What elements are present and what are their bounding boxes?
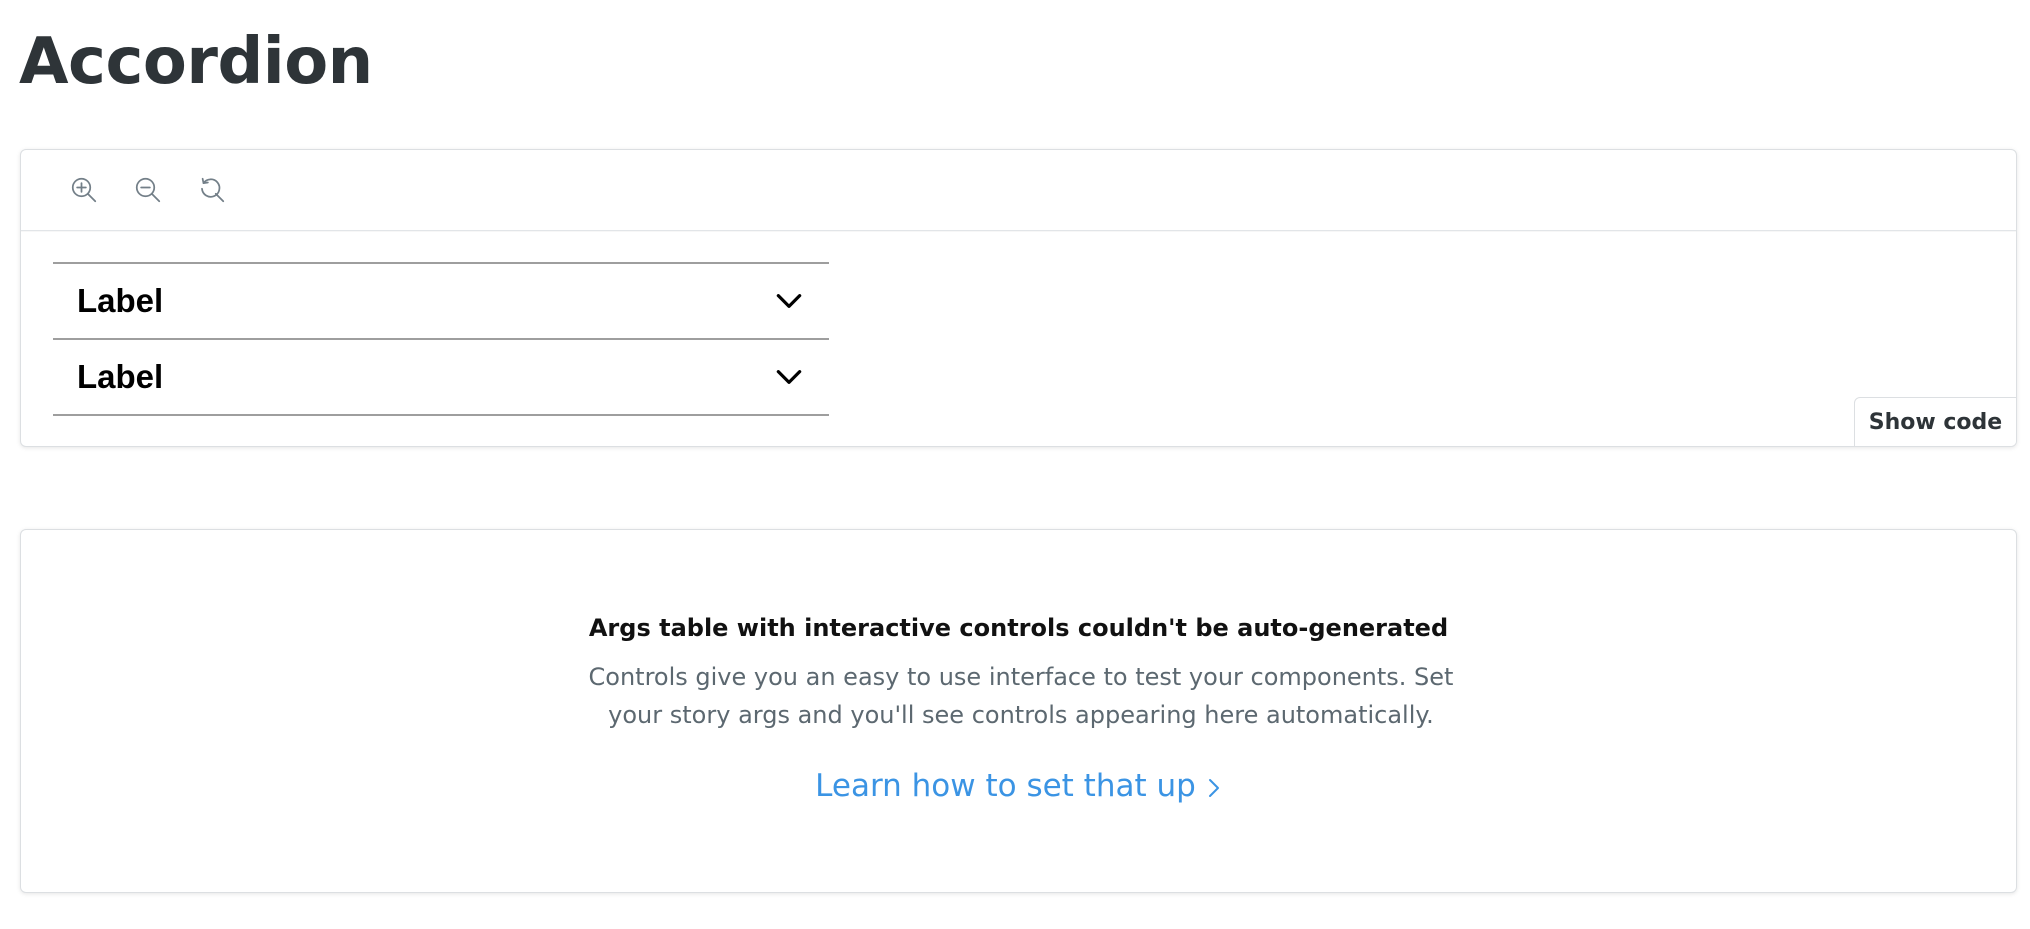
chevron-right-icon: [1206, 776, 1222, 800]
accordion-item[interactable]: Label: [53, 338, 829, 416]
learn-setup-link[interactable]: Learn how to set that up: [21, 768, 2016, 804]
accordion: Label Label: [53, 262, 829, 416]
args-table-description: Controls give you an easy to use interfa…: [588, 663, 1454, 729]
preview-toolbar: [21, 150, 2016, 231]
accordion-item[interactable]: Label: [53, 262, 829, 338]
reset-zoom-icon: [201, 177, 225, 203]
zoom-in-icon: [71, 177, 97, 203]
accordion-item-label: Label: [77, 282, 164, 319]
learn-setup-link-label: Learn how to set that up: [815, 768, 1196, 804]
zoom-out-button[interactable]: [128, 170, 168, 210]
story-preview: Label Label Show code: [20, 149, 2017, 447]
args-table-title: Args table with interactive controls cou…: [588, 614, 1449, 642]
show-code-button[interactable]: Show code: [1854, 397, 2016, 446]
chevron-down-icon: [773, 361, 805, 393]
reset-zoom-button[interactable]: [192, 170, 232, 210]
accordion-item-label: Label: [77, 358, 164, 395]
page-title: Accordion: [19, 25, 373, 99]
chevron-down-icon: [773, 285, 805, 317]
args-table-empty-state: Args table with interactive controls cou…: [20, 529, 2017, 893]
zoom-in-button[interactable]: [64, 170, 104, 210]
zoom-out-icon: [135, 177, 161, 203]
